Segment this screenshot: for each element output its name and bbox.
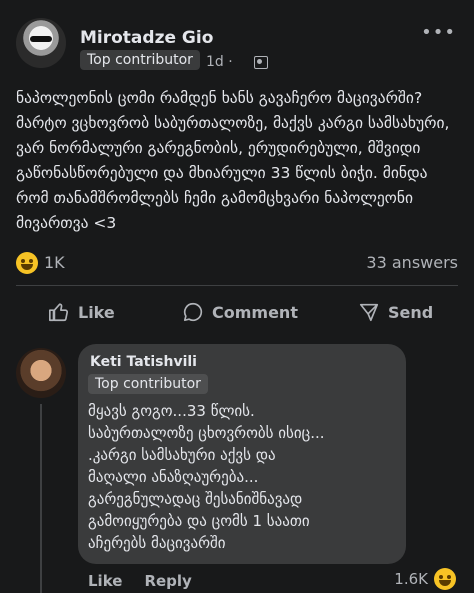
like-label: Like bbox=[78, 302, 115, 322]
post-timestamp[interactable]: 1d · bbox=[206, 54, 233, 70]
commenter-name[interactable]: Keti Tatishvili bbox=[90, 354, 197, 370]
comment-icon bbox=[183, 302, 203, 322]
author-badge: Top contributor bbox=[80, 50, 200, 70]
commenter-avatar[interactable] bbox=[16, 348, 66, 398]
post-stats: 1K 33 answers bbox=[16, 250, 458, 276]
commenter-badge: Top contributor bbox=[88, 374, 208, 394]
post-body: ნაპოლეონის ცომი რამდენ ხანს გავაჩერო მაც… bbox=[16, 89, 450, 232]
answers-count[interactable]: 33 answers bbox=[366, 253, 458, 272]
thumbs-up-icon bbox=[49, 303, 68, 322]
send-button[interactable]: Send bbox=[358, 300, 433, 324]
post-author-name[interactable]: Mirotadze Gio bbox=[80, 28, 213, 48]
thread-line bbox=[40, 404, 42, 593]
comment-thread: Keti Tatishvili Top contributor მყავს გო… bbox=[0, 344, 474, 593]
comment-actions: Like Reply bbox=[88, 572, 192, 590]
action-bar: Like Comment Send bbox=[0, 292, 474, 330]
comment-reply-button[interactable]: Reply bbox=[144, 572, 191, 590]
send-icon bbox=[359, 303, 379, 322]
laugh-emoji-icon[interactable] bbox=[16, 252, 38, 274]
author-avatar[interactable] bbox=[16, 18, 66, 68]
comment-body: მყავს გოგო...33 წლის. საბურთალოზე ცხოვრო… bbox=[88, 402, 325, 552]
laugh-emoji-icon bbox=[434, 568, 456, 590]
like-button[interactable]: Like bbox=[48, 300, 115, 324]
divider bbox=[16, 285, 458, 286]
comment-label: Comment bbox=[212, 302, 298, 322]
send-label: Send bbox=[388, 302, 434, 322]
reaction-count[interactable]: 1K bbox=[44, 253, 65, 272]
more-icon[interactable]: ••• bbox=[421, 22, 456, 43]
comment-bubble: Keti Tatishvili Top contributor მყავს გო… bbox=[78, 344, 406, 564]
comment-button[interactable]: Comment bbox=[182, 300, 298, 324]
comment-reaction-count: 1.6K bbox=[394, 570, 428, 588]
comment-reactions[interactable]: 1.6K bbox=[394, 568, 456, 590]
post-header: Mirotadze Gio Top contributor 1d · ••• bbox=[16, 18, 458, 78]
privacy-icon bbox=[254, 56, 268, 69]
comment-like-button[interactable]: Like bbox=[88, 572, 122, 590]
